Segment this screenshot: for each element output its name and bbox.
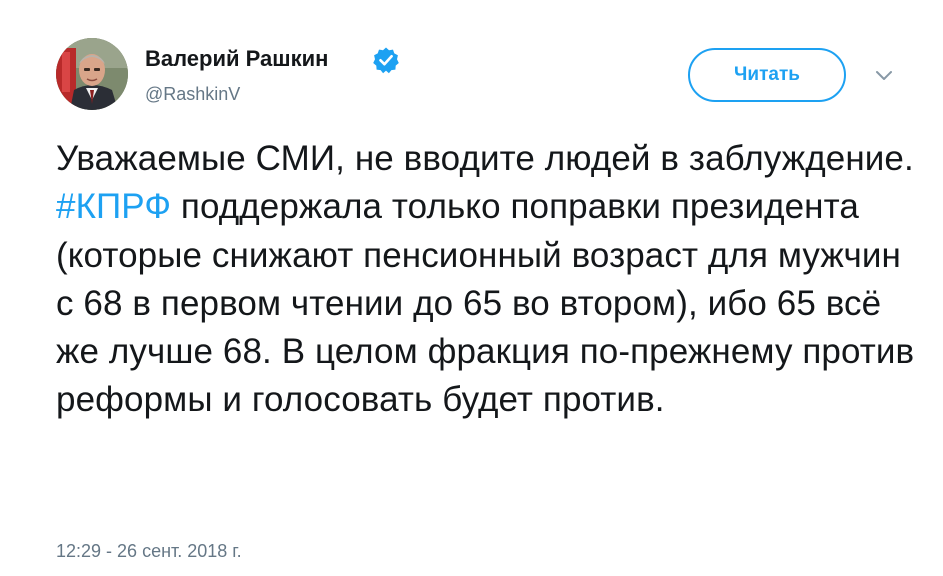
follow-button[interactable]: Читать	[688, 48, 846, 102]
tweet-text-part: поддержала только поправки президента (к…	[56, 187, 915, 420]
avatar[interactable]	[56, 38, 128, 110]
verified-badge-icon	[373, 47, 399, 74]
tweet-text-part: Уважаемые СМИ, не вводите людей в заблуж…	[56, 139, 914, 178]
author-display-name[interactable]: Валерий Рашкин	[145, 46, 328, 72]
tweet-text: Уважаемые СМИ, не вводите людей в заблуж…	[56, 135, 916, 425]
tweet-card: Валерий Рашкин @RashkinV Читать Уважаемы…	[0, 0, 943, 576]
author-handle[interactable]: @RashkinV	[145, 83, 240, 105]
chevron-down-icon[interactable]	[874, 68, 894, 82]
tweet-timestamp[interactable]: 12:29 - 26 сент. 2018 г.	[56, 540, 242, 562]
hashtag-link[interactable]: #КПРФ	[56, 187, 171, 226]
profile-photo-icon	[56, 38, 128, 110]
